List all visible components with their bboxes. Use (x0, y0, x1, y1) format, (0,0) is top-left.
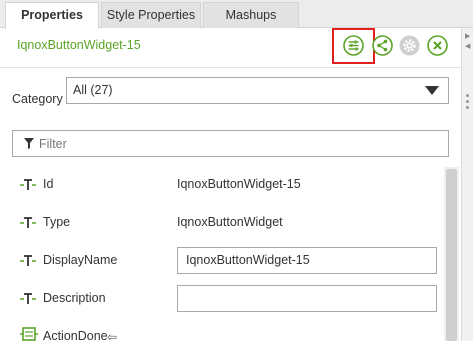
tab-mashups[interactable]: Mashups (203, 2, 299, 28)
tab-style-properties[interactable]: Style Properties (101, 2, 201, 28)
drag-handle-icon[interactable] (466, 94, 469, 112)
event-icon (20, 327, 38, 341)
gear-icon[interactable] (399, 35, 420, 56)
property-name: Id (43, 177, 54, 191)
property-row-id: Id IqnoxButtonWidget-15 (0, 167, 444, 205)
dropdown-arrow-icon (425, 86, 439, 95)
category-label: Category (12, 92, 63, 106)
tab-bar: Properties Style Properties Mashups (0, 0, 473, 29)
category-select[interactable]: All (27) (66, 77, 449, 104)
filter-placeholder: Filter (39, 137, 67, 151)
property-name: Description (43, 291, 106, 305)
text-type-icon (20, 217, 36, 232)
property-row-type: Type IqnoxButtonWidget (0, 205, 444, 243)
category-value: All (27) (73, 83, 113, 97)
text-type-icon (20, 179, 36, 194)
arrow-left-icon: ⇦ (107, 330, 118, 341)
sliders-icon[interactable] (343, 35, 364, 56)
scrollbar[interactable] (444, 167, 459, 341)
filter-input[interactable]: Filter (12, 130, 449, 157)
expand-arrow-icon[interactable]: ◀ (465, 42, 470, 50)
tab-properties[interactable]: Properties (5, 2, 99, 29)
property-name: DisplayName (43, 253, 118, 267)
property-name: ActionDone (43, 329, 108, 341)
filter-icon (24, 138, 34, 152)
property-row-actiondone: ActionDone ⇦ (0, 319, 444, 341)
property-row-description: Description (0, 281, 444, 319)
close-icon[interactable] (427, 35, 448, 56)
displayname-input[interactable]: IqnoxButtonWidget-15 (177, 247, 437, 274)
text-type-icon (20, 255, 36, 270)
property-row-displayname: DisplayName IqnoxButtonWidget-15 (0, 243, 444, 281)
property-name: Type (43, 215, 71, 229)
property-value: IqnoxButtonWidget (177, 215, 283, 229)
scrollbar-thumb[interactable] (446, 169, 457, 341)
share-icon[interactable] (372, 35, 393, 56)
property-value: IqnoxButtonWidget-15 (177, 177, 301, 191)
widget-name: IqnoxButtonWidget-15 (17, 38, 141, 52)
header-divider (0, 67, 461, 68)
collapse-arrow-icon[interactable]: ▶ (465, 32, 470, 40)
panel-gutter[interactable]: ▶ ◀ (461, 28, 473, 341)
text-type-icon (20, 293, 36, 308)
description-input[interactable] (177, 285, 437, 312)
